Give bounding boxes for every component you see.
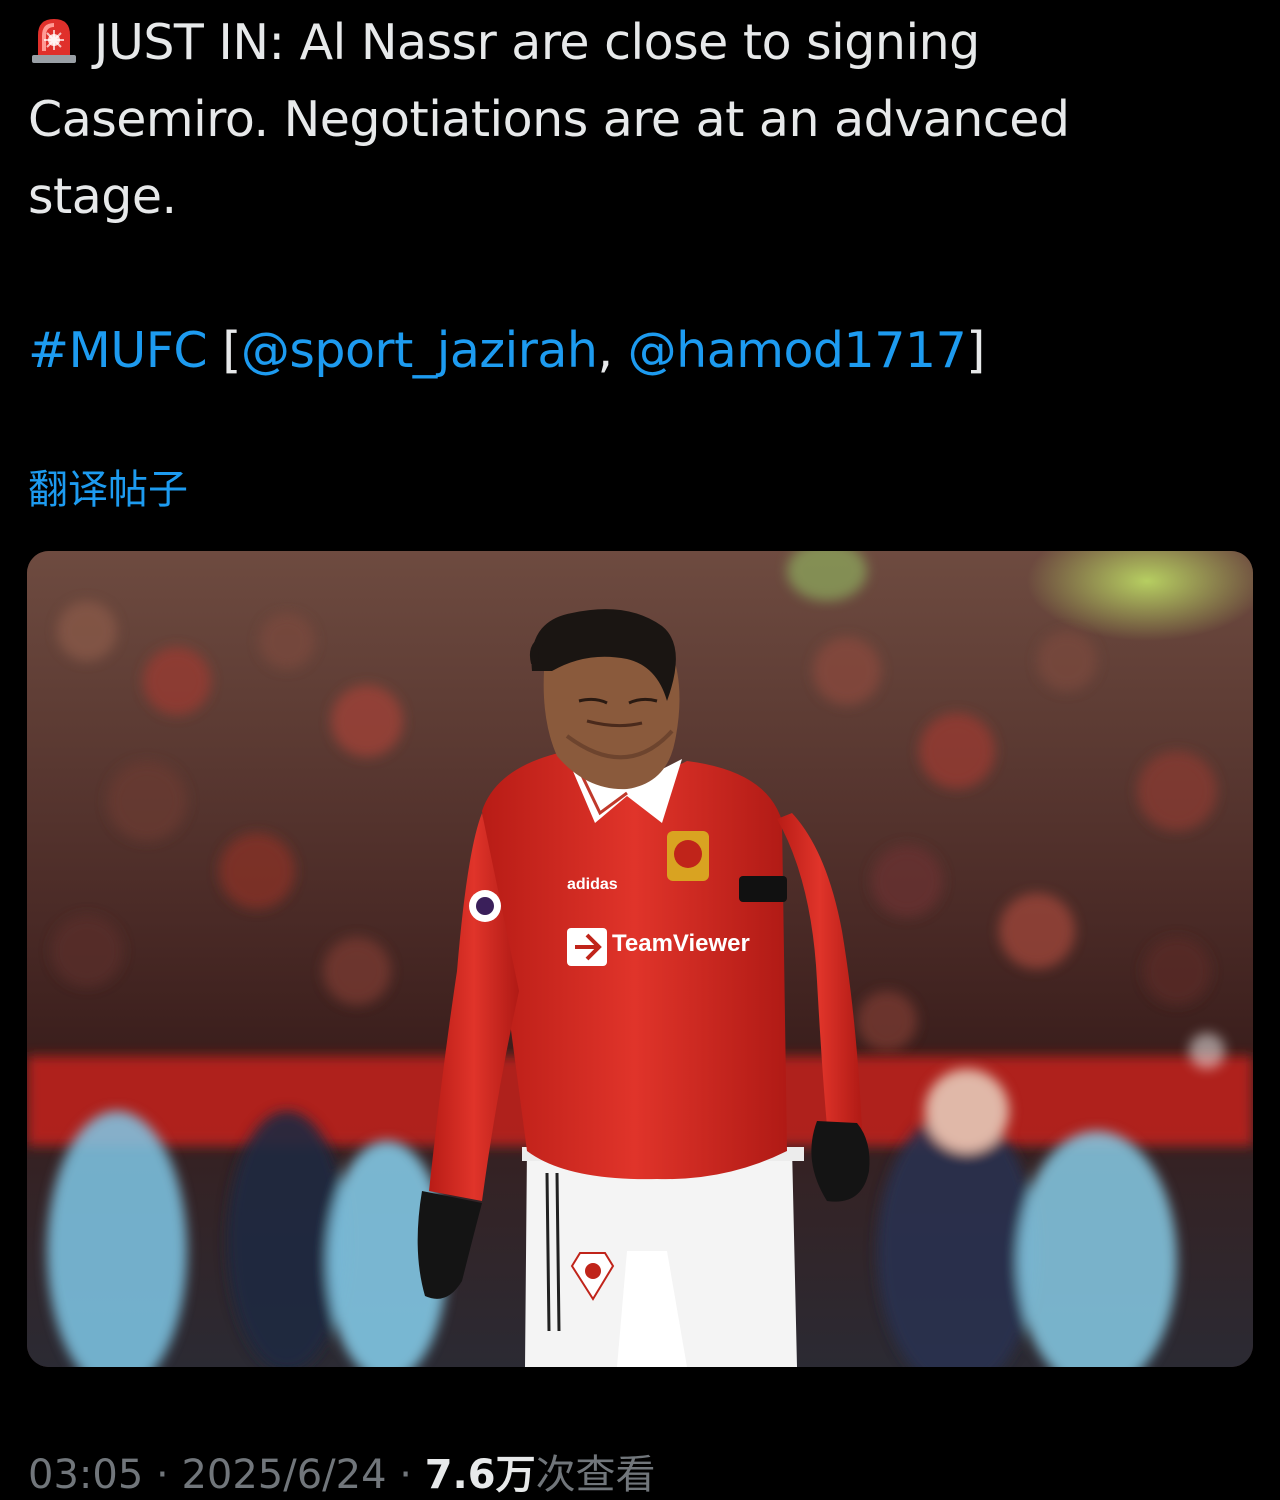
tweet-tags-line: #MUFC [@sport_jazirah, @hamod1717]: [28, 312, 1228, 389]
mention-link-1[interactable]: @sport_jazirah: [241, 322, 598, 379]
tweet-time[interactable]: 03:05: [28, 1452, 143, 1498]
bracket-close: ]: [966, 322, 985, 379]
hashtag-link[interactable]: #MUFC: [28, 322, 208, 379]
views-label: 次查看: [535, 1452, 656, 1498]
views-count: 7.6万: [424, 1452, 536, 1498]
meta-dot-2: ·: [399, 1452, 412, 1498]
tweet-line-2: Casemiro. Negotiations are at an advance…: [28, 91, 1070, 148]
translate-post-link[interactable]: 翻译帖子: [28, 462, 188, 518]
tweet-meta: 03:05 · 2025/6/24 · 7.6万次查看: [28, 1450, 656, 1500]
player-photo: TeamViewer adidas: [27, 551, 1253, 1367]
jersey-sponsor-text: TeamViewer: [612, 930, 750, 957]
tweet-line-1-text: JUST IN: Al Nassr are close to signing: [94, 14, 980, 71]
tweet-media-photo[interactable]: TeamViewer adidas: [27, 551, 1253, 1367]
tweet-line-1: JUST IN: Al Nassr are close to signing: [28, 4, 1228, 81]
meta-dot: ·: [156, 1452, 169, 1498]
tweet: JUST IN: Al Nassr are close to signing C…: [0, 0, 1280, 1498]
siren-icon: [28, 10, 80, 63]
mention-link-2[interactable]: @hamod1717: [628, 322, 967, 379]
bracket-open: [: [222, 322, 241, 379]
mention-separator: ,: [597, 322, 628, 379]
tweet-text: JUST IN: Al Nassr are close to signing C…: [28, 4, 1228, 389]
tweet-line-3: stage.: [28, 168, 177, 225]
tweet-date[interactable]: 2025/6/24: [181, 1452, 386, 1498]
kit-brand-text: adidas: [567, 876, 618, 893]
